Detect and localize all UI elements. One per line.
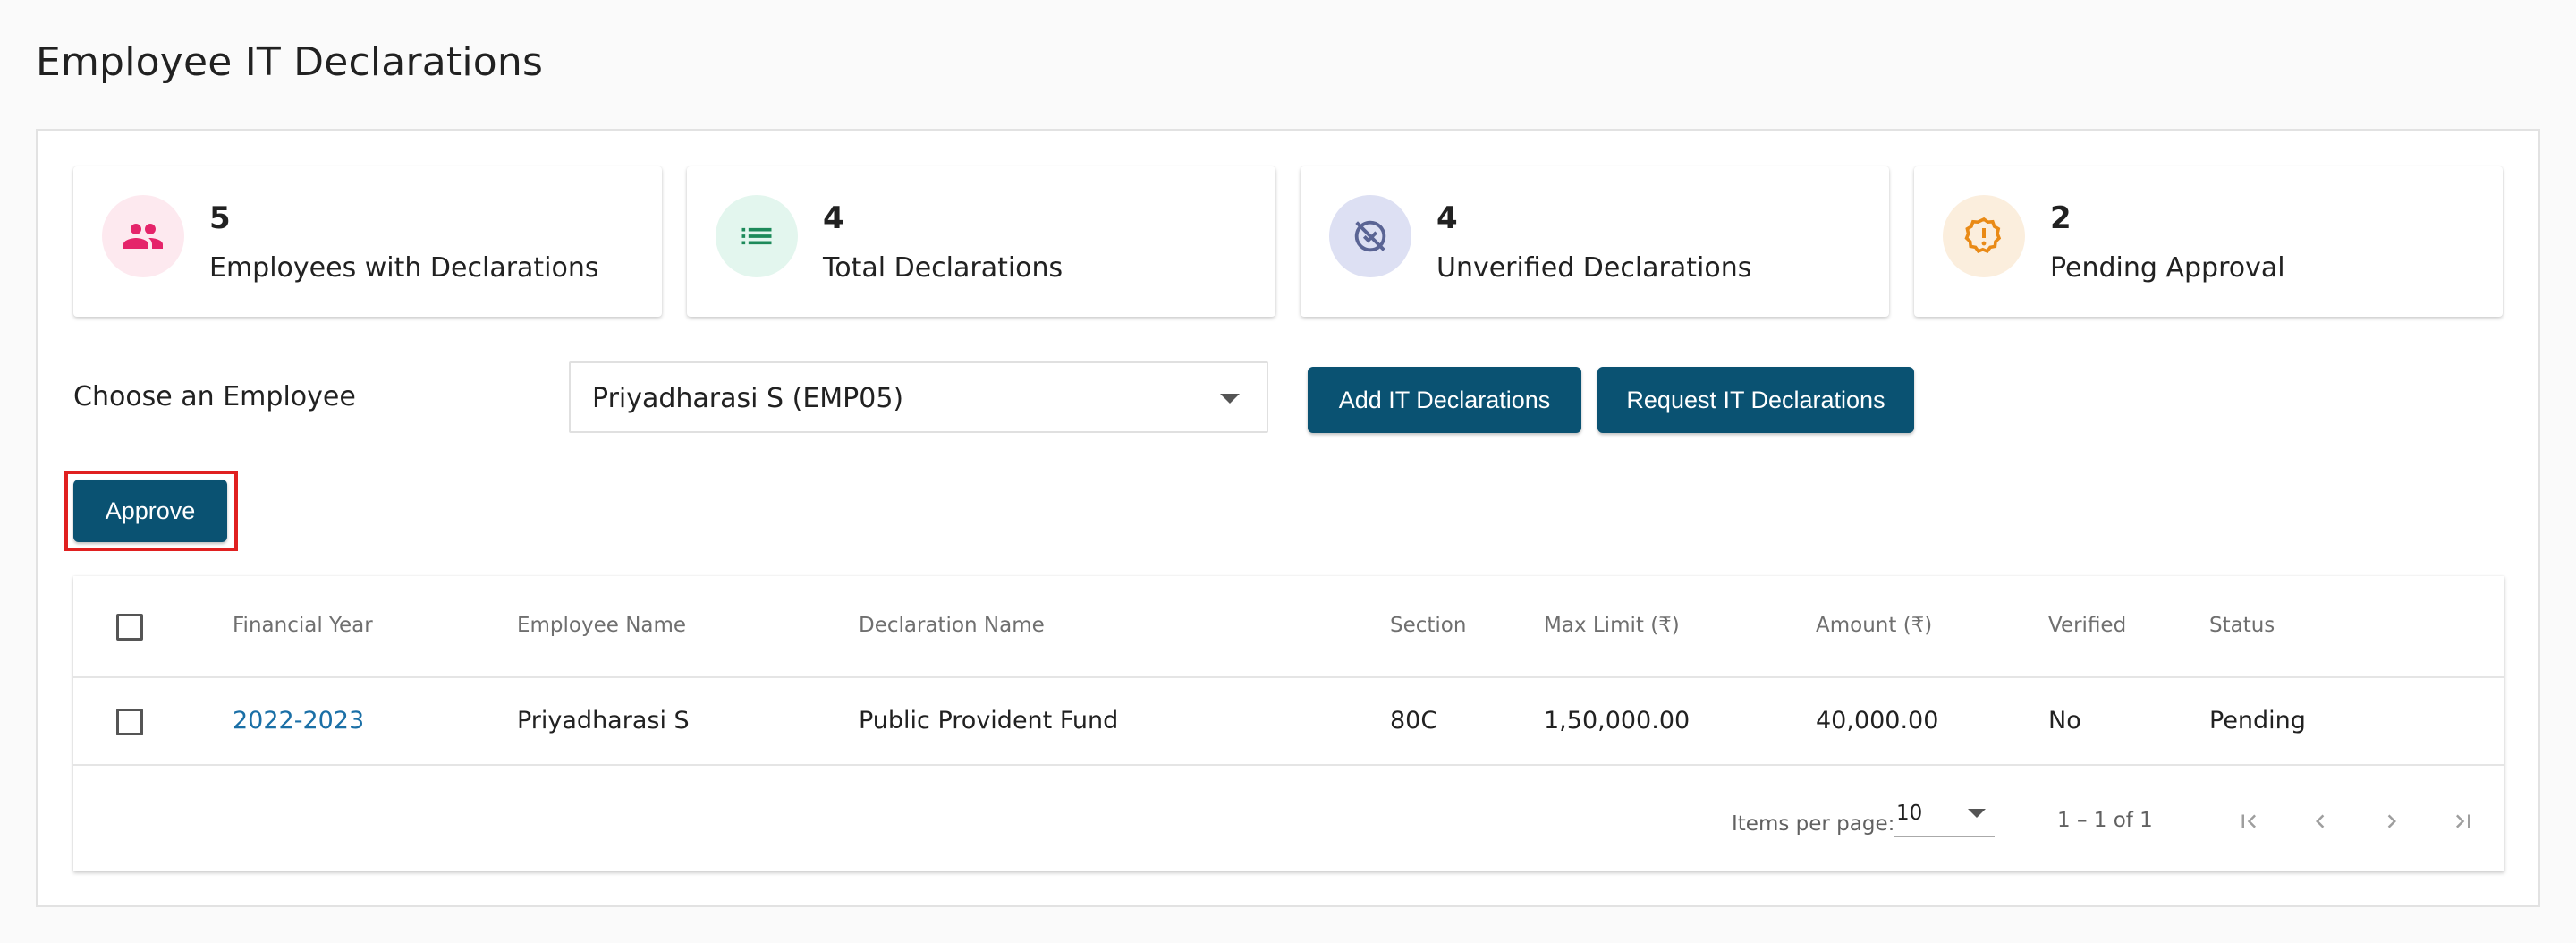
items-per-page-select[interactable]: 10 — [1894, 798, 1995, 837]
financial-year-link[interactable]: 2022-2023 — [233, 707, 364, 735]
stat-count: 4 — [1436, 200, 1458, 236]
list-icon — [716, 195, 798, 277]
column-header: Max Limit (₹) — [1544, 614, 1680, 637]
table-cell: Pending — [2209, 707, 2306, 735]
column-header: Financial Year — [233, 614, 373, 637]
stat-card-pending: 2 Pending Approval — [1914, 166, 2503, 317]
row-checkbox[interactable] — [116, 709, 143, 735]
chevron-down-icon — [1220, 394, 1240, 404]
pending-badge-icon — [1943, 195, 2025, 277]
stat-card-total: 4 Total Declarations — [687, 166, 1275, 317]
table-cell: 1,50,000.00 — [1544, 707, 1690, 735]
stat-label: Unverified Declarations — [1436, 252, 1752, 284]
last-page-button[interactable] — [2438, 796, 2488, 846]
declarations-table: Financial Year Employee Name Declaration… — [73, 576, 2504, 871]
unverified-icon — [1329, 195, 1411, 277]
stat-card-employees: 5 Employees with Declarations — [73, 166, 662, 317]
items-per-page-value: 10 — [1896, 802, 1923, 825]
column-header: Amount (₹) — [1816, 614, 1933, 637]
select-all-checkbox[interactable] — [116, 614, 143, 641]
page-title: Employee IT Declarations — [36, 39, 544, 85]
stat-card-unverified: 4 Unverified Declarations — [1301, 166, 1889, 317]
column-header: Section — [1390, 614, 1467, 637]
chevron-right-icon — [2387, 814, 2396, 828]
stat-label: Employees with Declarations — [209, 252, 599, 284]
column-header: Declaration Name — [859, 614, 1045, 637]
chevron-down-icon — [1968, 809, 1986, 818]
previous-page-button[interactable] — [2295, 796, 2345, 846]
chevron-left-icon — [2316, 814, 2325, 828]
first-page-button[interactable] — [2224, 796, 2274, 846]
first-page-icon — [2241, 814, 2257, 828]
stat-count: 4 — [823, 200, 844, 236]
employee-select-value: Priyadharasi S (EMP05) — [592, 383, 904, 414]
table-cell: No — [2048, 707, 2081, 735]
stat-count: 5 — [209, 200, 231, 236]
table-cell: 40,000.00 — [1816, 707, 1939, 735]
add-it-declarations-button[interactable]: Add IT Declarations — [1308, 367, 1581, 433]
request-it-declarations-button[interactable]: Request IT Declarations — [1597, 367, 1914, 433]
next-page-button[interactable] — [2367, 796, 2417, 846]
pagination-range: 1 – 1 of 1 — [2057, 809, 2153, 832]
column-header: Status — [2209, 614, 2275, 637]
stat-label: Total Declarations — [823, 252, 1063, 284]
employee-select[interactable]: Priyadharasi S (EMP05) — [569, 361, 1268, 433]
people-icon — [102, 195, 184, 277]
row-divider — [73, 764, 2504, 766]
stat-label: Pending Approval — [2050, 252, 2285, 284]
table-cell: Priyadharasi S — [517, 707, 690, 735]
declarations-panel: 5 Employees with Declarations 4 Total De… — [36, 129, 2540, 907]
approve-button[interactable]: Approve — [73, 480, 227, 542]
table-cell: 80C — [1390, 707, 1438, 735]
table-cell: Public Provident Fund — [859, 707, 1119, 735]
items-per-page-label: Items per page: — [1732, 812, 1895, 836]
row-divider — [73, 676, 2504, 678]
stat-count: 2 — [2050, 200, 2072, 236]
column-header: Employee Name — [517, 614, 687, 637]
column-header: Verified — [2048, 614, 2127, 637]
choose-employee-label: Choose an Employee — [73, 381, 356, 412]
last-page-icon — [2455, 814, 2470, 828]
